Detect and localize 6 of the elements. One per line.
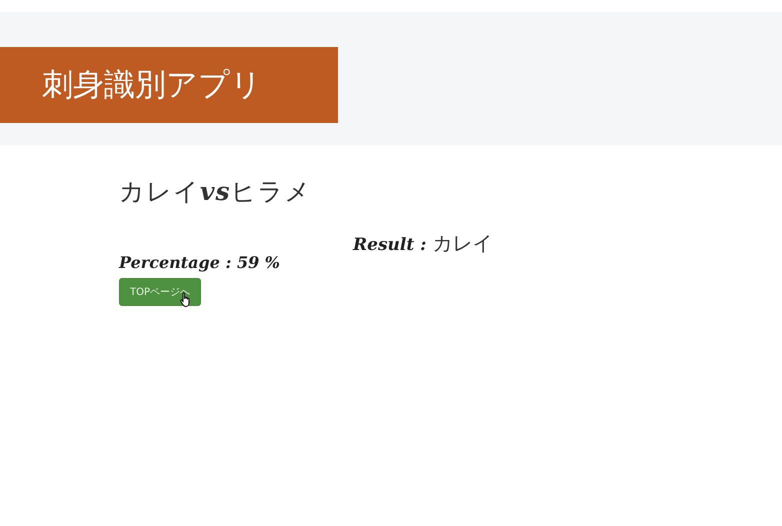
top-page-button[interactable]: TOPページへ [119, 278, 202, 306]
hand-pointer-icon [180, 292, 192, 307]
result-label: Result : [353, 235, 426, 255]
app-title: 刺身識別アプリ [0, 47, 338, 123]
percentage-text: Percentage : 59 % [119, 253, 281, 272]
result-value: カレイ [432, 230, 492, 257]
